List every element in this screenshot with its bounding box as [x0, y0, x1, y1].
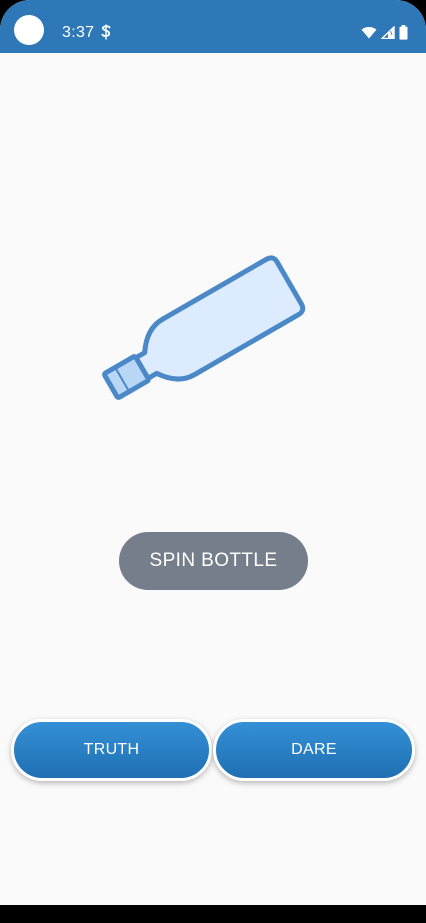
home-indicator[interactable]	[0, 905, 426, 923]
spin-bottle-button[interactable]: SPIN BOTTLE	[119, 532, 308, 590]
battery-icon	[399, 25, 408, 40]
bottle-icon[interactable]	[95, 193, 345, 433]
main-content: SPIN BOTTLE TRUTH DARE	[0, 53, 426, 905]
wifi-icon	[361, 26, 377, 39]
status-bar: 3:37	[0, 0, 426, 53]
status-icons	[361, 25, 408, 40]
phone-screen: 3:37 SPIN BOTTLE TRUTH DARE	[0, 0, 426, 923]
cellular-signal-icon	[381, 26, 395, 39]
camera-cutout-icon	[14, 15, 44, 45]
app-notification-icon	[101, 24, 111, 40]
status-time: 3:37	[62, 24, 95, 41]
bottle-body	[131, 255, 306, 382]
dare-button[interactable]: DARE	[213, 719, 415, 781]
truth-button[interactable]: TRUTH	[11, 719, 212, 781]
